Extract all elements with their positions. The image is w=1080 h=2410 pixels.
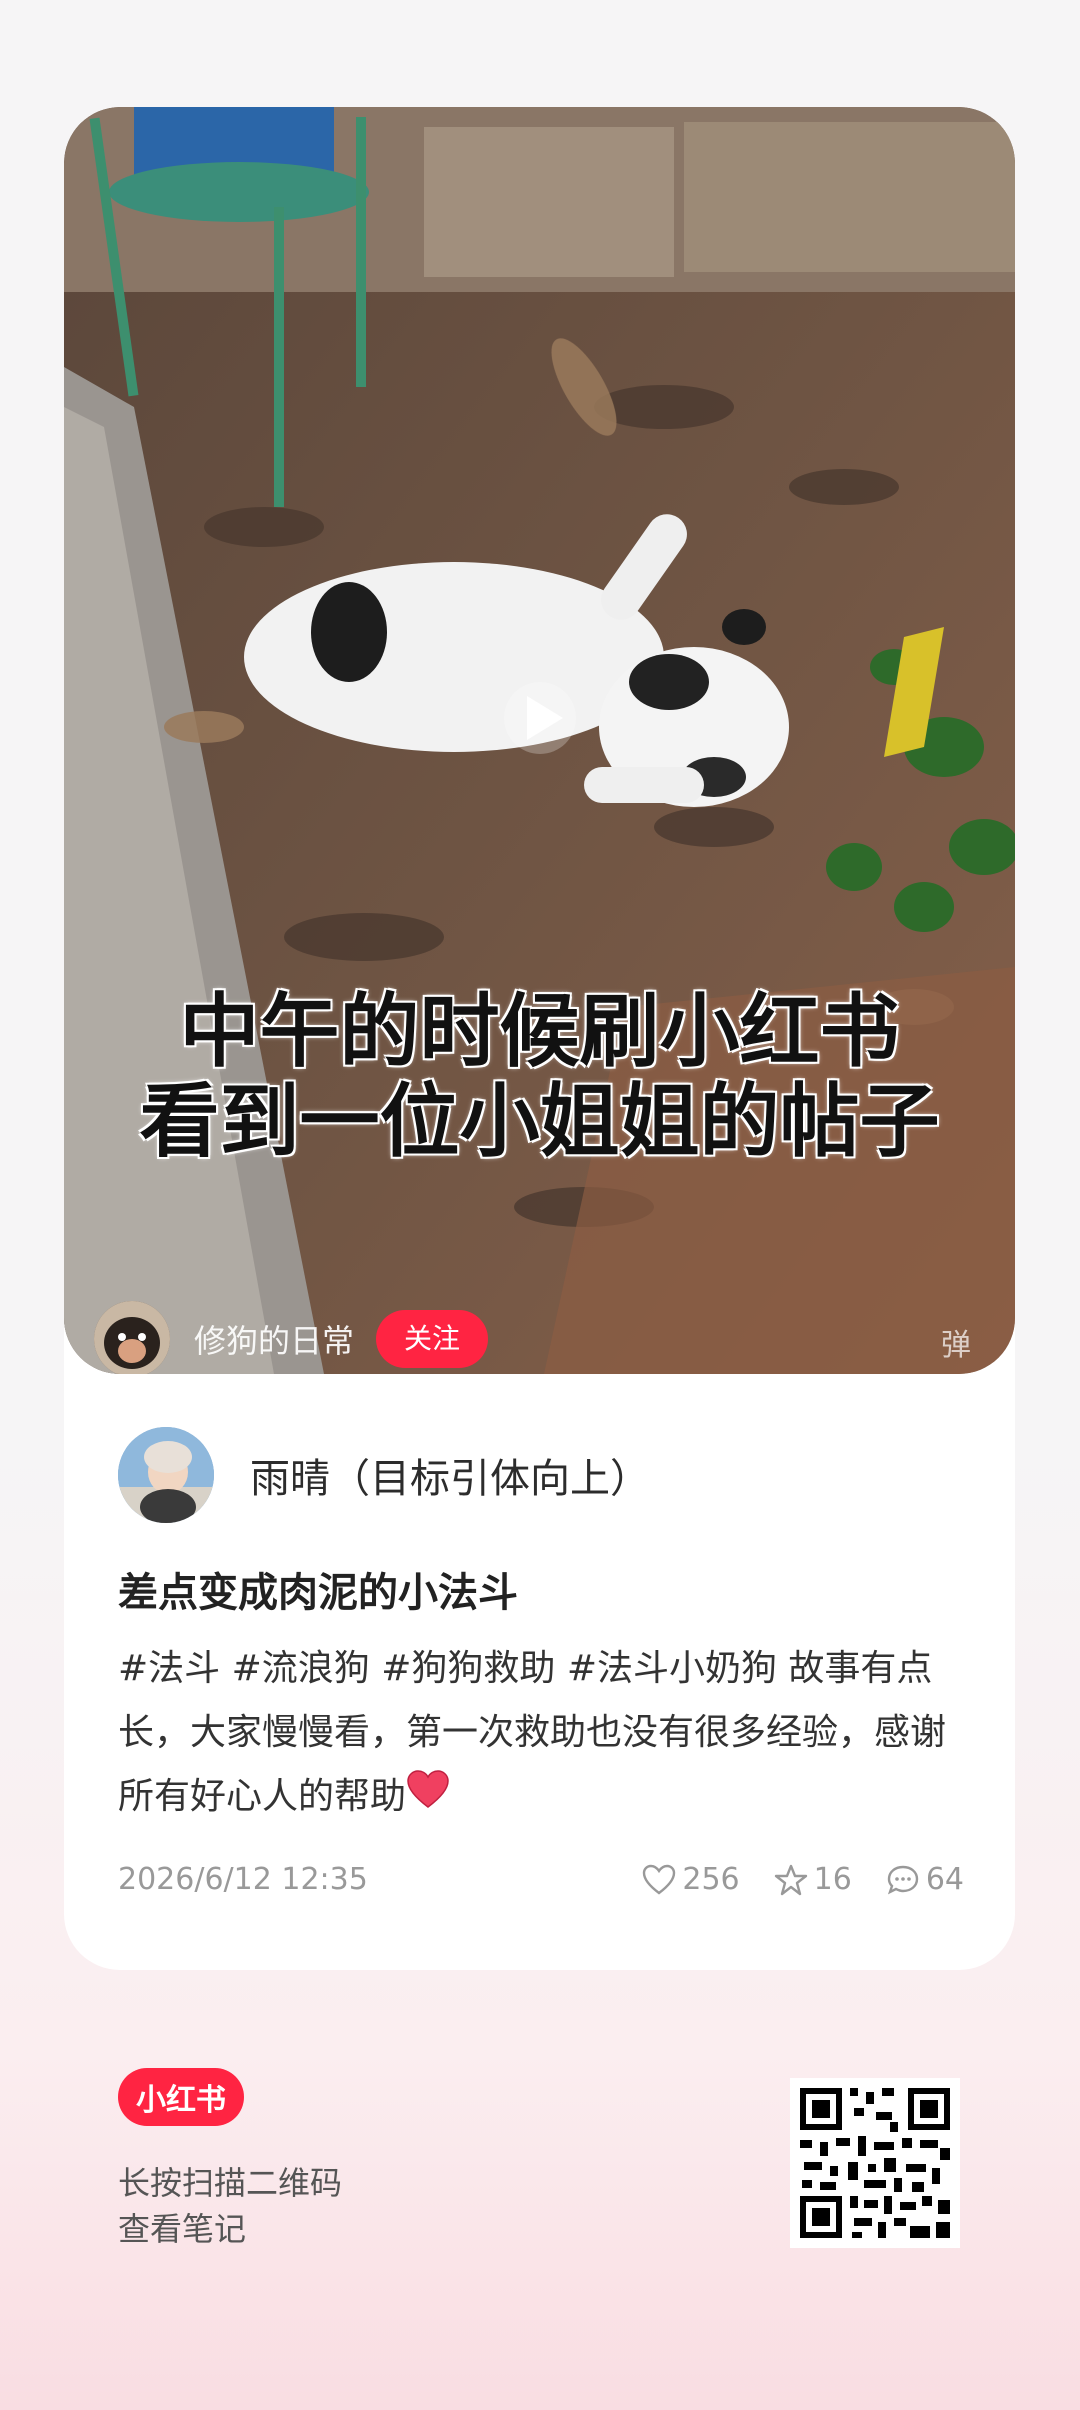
video-author: 修狗的日常 关注 <box>94 1301 489 1374</box>
qr-code-icon <box>790 2078 960 2248</box>
post-date: 2026/6/12 12:35 <box>118 1862 368 1897</box>
dog-avatar-icon <box>94 1301 170 1374</box>
video-author-name[interactable]: 修狗的日常 <box>194 1316 354 1362</box>
video-caption-line2: 看到一位小姐姐的帖子 <box>139 1075 940 1168</box>
heart-icon <box>643 1864 676 1895</box>
footer-line2: 查看笔记 <box>118 2210 247 2248</box>
red-heart-icon <box>406 1766 450 1830</box>
author-avatar[interactable] <box>118 1427 214 1523</box>
like-button[interactable]: 256 <box>642 1862 740 1897</box>
star-icon <box>774 1864 807 1895</box>
note-card: 中午的时候刷小红书 看到一位小姐姐的帖子 修狗的日常 关注 弹 雨晴（目标引体向… <box>64 107 1015 1970</box>
author-name[interactable]: 雨晴（目标引体向上） <box>250 1446 650 1504</box>
portrait-avatar-icon <box>118 1427 214 1523</box>
follow-button[interactable]: 关注 <box>376 1310 489 1368</box>
collect-count: 16 <box>813 1862 852 1897</box>
video-preview[interactable]: 中午的时候刷小红书 看到一位小姐姐的帖子 修狗的日常 关注 弹 <box>64 107 1015 1374</box>
video-author-avatar[interactable] <box>94 1301 170 1374</box>
footer-instructions: 长按扫描二维码 查看笔记 <box>118 2160 342 2252</box>
danmaku-toggle[interactable]: 弹 <box>941 1320 971 1364</box>
play-button[interactable] <box>504 682 576 754</box>
post-author: 雨晴（目标引体向上） <box>118 1427 650 1523</box>
post-meta: 2026/6/12 12:35 256 16 64 <box>118 1862 964 1897</box>
xiaohongshu-logo: 小红书 <box>118 2068 244 2126</box>
qr-code[interactable] <box>790 2078 960 2248</box>
like-count: 256 <box>682 1862 740 1897</box>
comment-button[interactable]: 64 <box>886 1862 964 1897</box>
collect-button[interactable]: 16 <box>774 1862 852 1897</box>
post-description: #法斗 #流浪狗 #狗狗救助 #法斗小奶狗 故事有点长，大家慢慢看，第一次救助也… <box>118 1637 958 1830</box>
footer-line1: 长按扫描二维码 <box>118 2164 343 2202</box>
video-caption-line1: 中午的时候刷小红书 <box>179 985 900 1078</box>
play-icon <box>527 696 563 740</box>
comment-count: 64 <box>925 1862 964 1897</box>
post-description-text: #法斗 #流浪狗 #狗狗救助 #法斗小奶狗 故事有点长，大家慢慢看，第一次救助也… <box>118 1648 947 1817</box>
post-title: 差点变成肉泥的小法斗 <box>118 1570 518 1616</box>
comment-icon <box>887 1865 919 1894</box>
